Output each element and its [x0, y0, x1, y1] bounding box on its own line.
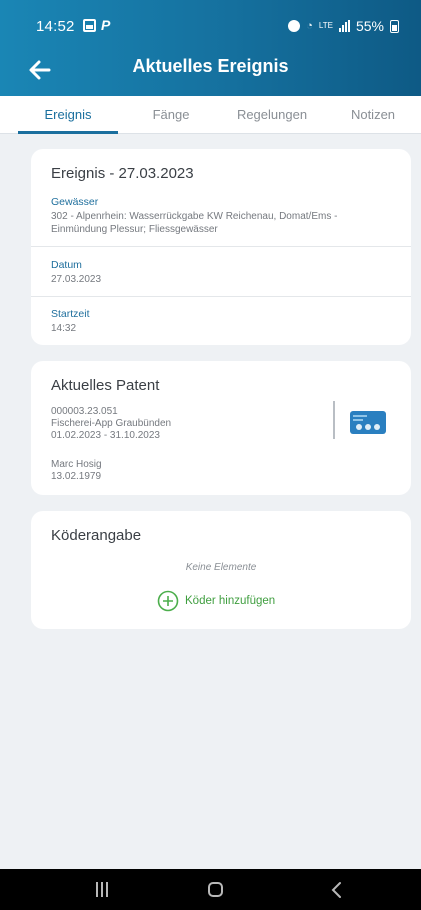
battery-percent: 55% — [355, 18, 384, 34]
tab-notizen[interactable]: Notizen — [330, 96, 416, 134]
divider — [31, 296, 411, 297]
app-header: 14:52 P ◔ LTE 55% Aktuelles Ereignis — [0, 0, 421, 96]
patent-card[interactable]: Aktuelles Patent 000003.23.051 Fischerei… — [31, 361, 411, 495]
system-nav-bar — [0, 869, 421, 910]
active-tab-indicator — [18, 131, 118, 134]
wifi-icon: ◔ — [306, 20, 313, 32]
empty-state-text: Keine Elemente — [185, 562, 257, 573]
chevron-left-icon — [331, 882, 341, 898]
water-value-line2: Einmündung Plessur; Fliessgewässer — [51, 224, 218, 235]
water-value-line1: 302 - Alpenrhein: Wasserrückgabe KW Reic… — [51, 211, 338, 222]
patent-card-icon — [350, 411, 386, 439]
add-bait-button[interactable]: Köder hinzufügen — [157, 590, 275, 612]
bait-card: Köderangabe Keine Elemente Köder hinzufü… — [31, 511, 411, 629]
water-section[interactable]: Gewässer 302 - Alpenrhein: Wasserrückgab… — [51, 196, 401, 236]
add-bait-label: Köder hinzufügen — [185, 595, 276, 607]
system-back-button[interactable] — [327, 880, 347, 900]
starttime-value: 14:32 — [51, 323, 77, 334]
gallery-notification-icon — [83, 19, 96, 32]
signal-icon — [338, 20, 350, 32]
patent-validity: 01.02.2023 - 31.10.2023 — [51, 430, 160, 441]
water-label: Gewässer — [51, 196, 99, 208]
plus-circle-icon — [157, 590, 179, 612]
event-title: Ereignis - 27.03.2023 — [51, 165, 194, 182]
recent-apps-button[interactable] — [96, 882, 108, 897]
date-section[interactable]: Datum 27.03.2023 — [51, 259, 101, 286]
status-time: 14:52 — [36, 18, 75, 35]
holder-birthdate: 13.02.1979 — [51, 471, 102, 482]
patent-holder: Marc Hosig 13.02.1979 — [51, 459, 102, 483]
status-right-icons: ◔ LTE 55% — [288, 18, 399, 34]
alarm-icon — [288, 20, 301, 32]
battery-icon — [390, 19, 399, 33]
lte-icon: LTE — [318, 21, 333, 30]
patent-details: 000003.23.051 Fischerei-App Graubünden 0… — [51, 406, 171, 442]
vertical-divider — [333, 401, 335, 439]
patent-title: Aktuelles Patent — [51, 377, 160, 394]
paypal-notification-icon: P — [101, 17, 111, 33]
tab-ereignis[interactable]: Ereignis — [18, 96, 118, 134]
patent-app-name: Fischerei-App Graubünden — [51, 418, 172, 429]
event-card[interactable]: Ereignis - 27.03.2023 Gewässer 302 - Alp… — [31, 149, 411, 345]
date-value: 27.03.2023 — [51, 274, 102, 285]
page-title: Aktuelles Ereignis — [132, 56, 289, 76]
status-bar: 14:52 P ◔ LTE 55% — [0, 0, 421, 44]
tab-faenge[interactable]: Fänge — [126, 96, 216, 134]
app-bar: Aktuelles Ereignis — [0, 44, 421, 96]
tab-regelungen[interactable]: Regelungen — [222, 96, 322, 134]
status-notification-icons: P — [83, 17, 111, 33]
holder-name: Marc Hosig — [51, 459, 102, 470]
patent-number: 000003.23.051 — [51, 406, 118, 417]
starttime-section[interactable]: Startzeit 14:32 — [51, 308, 90, 335]
tab-bar: Ereignis Fänge Regelungen Notizen — [0, 96, 421, 134]
divider — [31, 246, 411, 247]
bait-title: Köderangabe — [51, 527, 142, 544]
home-button[interactable] — [208, 882, 223, 897]
date-label: Datum — [51, 259, 82, 271]
starttime-label: Startzeit — [51, 308, 90, 320]
